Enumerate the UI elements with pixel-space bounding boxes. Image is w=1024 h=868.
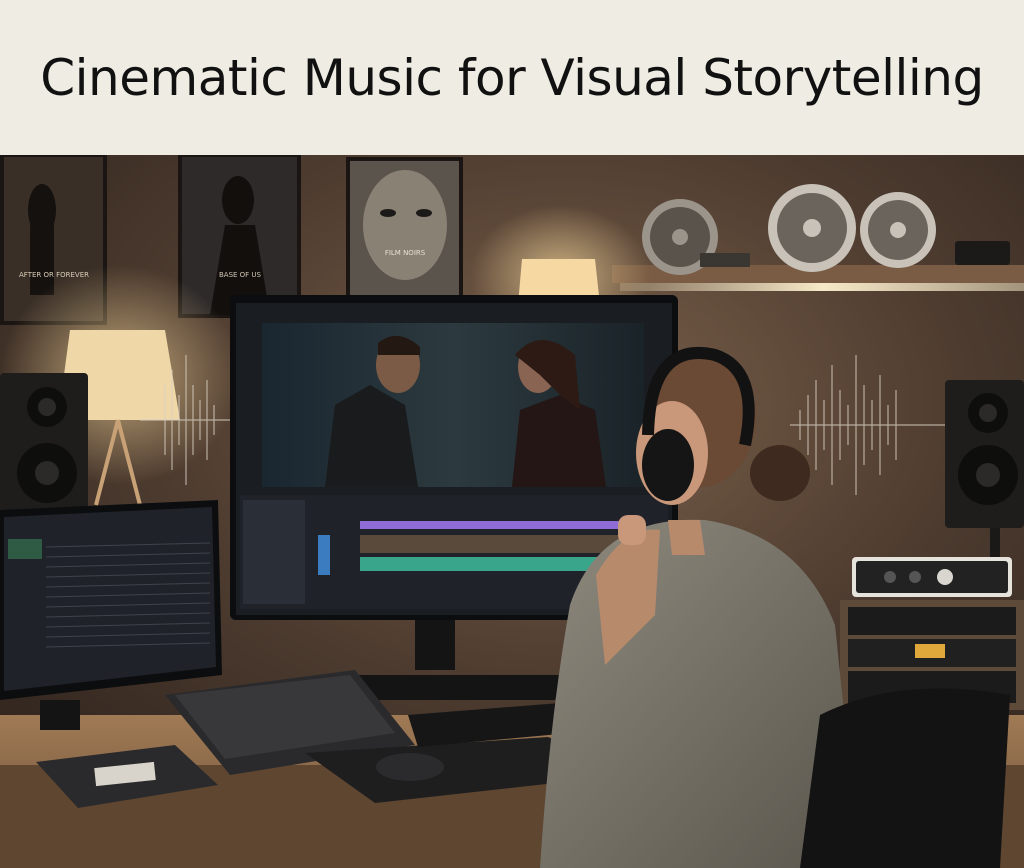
office-chair xyxy=(800,688,1010,868)
page-title: Cinematic Music for Visual Storytelling xyxy=(40,48,984,107)
shelf-device xyxy=(955,241,1010,265)
studio-photo: AFTER OR FOREVER BASE OF US FILM NOIRS xyxy=(0,155,1024,868)
speaker-left xyxy=(0,373,88,513)
poster-right: FILM NOIRS xyxy=(346,157,463,302)
timeline-track-purple xyxy=(360,521,630,529)
timeline-track-video xyxy=(360,535,630,553)
film-reel-icon xyxy=(768,184,856,272)
mouse xyxy=(376,753,444,781)
audio-interface xyxy=(852,557,1012,597)
film-reel-icon xyxy=(860,192,936,268)
monitor-stand xyxy=(415,620,455,670)
poster-middle-caption: BASE OF US xyxy=(219,271,262,279)
film-cans xyxy=(700,253,750,267)
poster-right-caption: FILM NOIRS xyxy=(385,249,426,257)
page-header: Cinematic Music for Visual Storytelling xyxy=(0,0,1024,155)
